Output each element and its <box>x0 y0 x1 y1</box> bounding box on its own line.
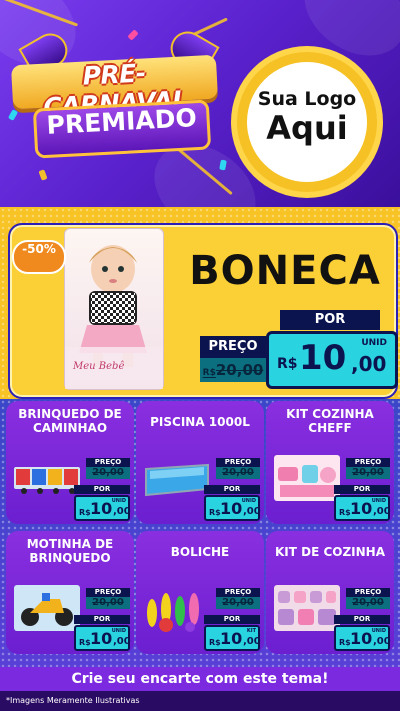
product-name: BOLICHE <box>170 545 230 559</box>
product-price-label: PREÇO <box>346 458 390 467</box>
product-card: PISCINA 1000L PREÇO 20,00 POR UNID R$ 10… <box>136 401 264 524</box>
logo-text-line1: Sua Logo <box>257 88 357 110</box>
product-old-price: 20,00 <box>346 467 390 479</box>
product-card: MOTINHA DE BRINQUEDO PREÇO 20,00 POR UNI… <box>6 531 134 654</box>
product-currency: R$ <box>79 508 91 517</box>
confetti <box>127 29 139 41</box>
product-price-box: UNID R$ 10 ,00 <box>74 625 131 651</box>
product-por-label: POR <box>204 485 260 494</box>
product-por-label: POR <box>204 615 260 624</box>
featured-unit: UNID <box>361 338 387 348</box>
product-price-int: 10 <box>90 499 113 518</box>
featured-price-box: UNID R$ 10 ,00 <box>266 331 398 389</box>
product-price-int: 10 <box>220 629 243 648</box>
featured-old-price: R$20,00 <box>200 358 266 382</box>
product-price-int: 10 <box>350 629 373 648</box>
product-price-label: PREÇO <box>86 588 130 597</box>
product-old-price: 20,00 <box>86 597 130 609</box>
header-banner: PRÉ-CARNAVAL PREMIADO Sua Logo Aqui <box>0 0 400 207</box>
product-price-cents: ,00 <box>373 506 391 517</box>
product-price-box: UNID R$ 10 ,00 <box>334 625 391 651</box>
featured-price-label: PREÇO <box>200 336 266 358</box>
product-unit: UNID <box>111 498 126 504</box>
title-line2-plate: PREMIADO <box>32 99 212 159</box>
product-price-label: PREÇO <box>346 588 390 597</box>
product-name: PISCINA 1000L <box>150 415 250 429</box>
product-unit: KIT <box>246 628 256 634</box>
featured-product-name: BONECA <box>189 248 381 294</box>
truck-toy-image <box>14 467 80 494</box>
kitchen-toy-image <box>274 455 340 501</box>
product-price-label: PREÇO <box>216 458 260 467</box>
product-price-cents: ,00 <box>373 636 391 647</box>
product-card: KIT DE COZINHA PREÇO 20,00 POR UNID R$ 1… <box>266 531 394 654</box>
product-price-label: PREÇO <box>216 588 260 597</box>
product-name: KIT COZINHA CHEFF <box>286 407 374 435</box>
kitchen-set-image <box>274 585 340 631</box>
disclaimer-text: *Imagens Meramente Ilustrativas <box>6 696 140 705</box>
product-unit: UNID <box>241 498 256 504</box>
product-price-int: 10 <box>90 629 113 648</box>
product-card: BOLICHE PREÇO 20,00 POR KIT R$ 10 ,00 <box>136 531 264 654</box>
featured-price-int: 10 <box>299 338 347 378</box>
product-unit: UNID <box>371 628 386 634</box>
product-unit: UNID <box>371 498 386 504</box>
product-por-label: POR <box>74 615 130 624</box>
product-price-cents: ,00 <box>243 506 261 517</box>
product-currency: R$ <box>209 638 221 647</box>
logo-text-line2: Aqui <box>266 109 348 147</box>
bowling-toy-image <box>147 593 199 632</box>
product-price-int: 10 <box>350 499 373 518</box>
product-old-price: 20,00 <box>86 467 130 479</box>
product-price-cents: ,00 <box>113 636 131 647</box>
doll-product-image: Meu Bebê <box>64 228 164 390</box>
doll-box-brand: Meu Bebê <box>72 361 124 372</box>
product-name: KIT DE COZINHA <box>274 545 385 559</box>
doll-illustration: Meu Bebê <box>65 245 163 389</box>
product-old-price: 20,00 <box>346 597 390 609</box>
product-currency: R$ <box>79 638 91 647</box>
product-por-label: POR <box>334 485 390 494</box>
featured-por-label: POR <box>280 310 380 330</box>
featured-old-currency: R$ <box>202 368 216 378</box>
product-card: KIT COZINHA CHEFF PREÇO 20,00 POR UNID R… <box>266 401 394 524</box>
product-price-box: KIT R$ 10 ,00 <box>204 625 261 651</box>
confetti <box>38 169 48 181</box>
product-price-cents: ,00 <box>113 506 131 517</box>
featured-currency: R$ <box>277 356 298 372</box>
featured-old-value: 20,00 <box>215 361 264 379</box>
product-por-label: POR <box>334 615 390 624</box>
pool-image <box>145 463 209 497</box>
product-currency: R$ <box>339 638 351 647</box>
title-line2: PREMIADO <box>45 103 198 140</box>
product-price-int: 10 <box>220 499 243 518</box>
product-por-label: POR <box>74 485 130 494</box>
product-name: BRINQUEDO DE CAMINHAO <box>18 407 122 435</box>
product-unit: UNID <box>111 628 126 634</box>
product-currency: R$ <box>209 508 221 517</box>
logo-placeholder: Sua Logo Aqui <box>237 52 377 192</box>
motorbike-toy-image <box>14 585 80 631</box>
product-price-box: UNID R$ 10 ,00 <box>204 495 261 521</box>
product-old-price: 20,00 <box>216 467 260 479</box>
disclaimer-bar: *Imagens Meramente Ilustrativas <box>0 691 400 711</box>
cta-footer[interactable]: Crie seu encarte com este tema! <box>0 667 400 691</box>
discount-badge: -50% <box>12 240 66 274</box>
featured-price-cents: ,00 <box>351 352 387 376</box>
campaign-title: PRÉ-CARNAVAL PREMIADO <box>10 46 222 159</box>
product-card: BRINQUEDO DE CAMINHAO PREÇO 20,00 POR UN… <box>6 401 134 524</box>
product-price-box: UNID R$ 10 ,00 <box>74 495 131 521</box>
product-old-price: 20,00 <box>216 597 260 609</box>
product-price-cents: ,00 <box>243 636 261 647</box>
product-currency: R$ <box>339 508 351 517</box>
product-price-label: PREÇO <box>86 458 130 467</box>
logo-inner-circle: Sua Logo Aqui <box>247 62 367 182</box>
product-price-box: UNID R$ 10 ,00 <box>334 495 391 521</box>
product-name: MOTINHA DE BRINQUEDO <box>26 537 114 565</box>
